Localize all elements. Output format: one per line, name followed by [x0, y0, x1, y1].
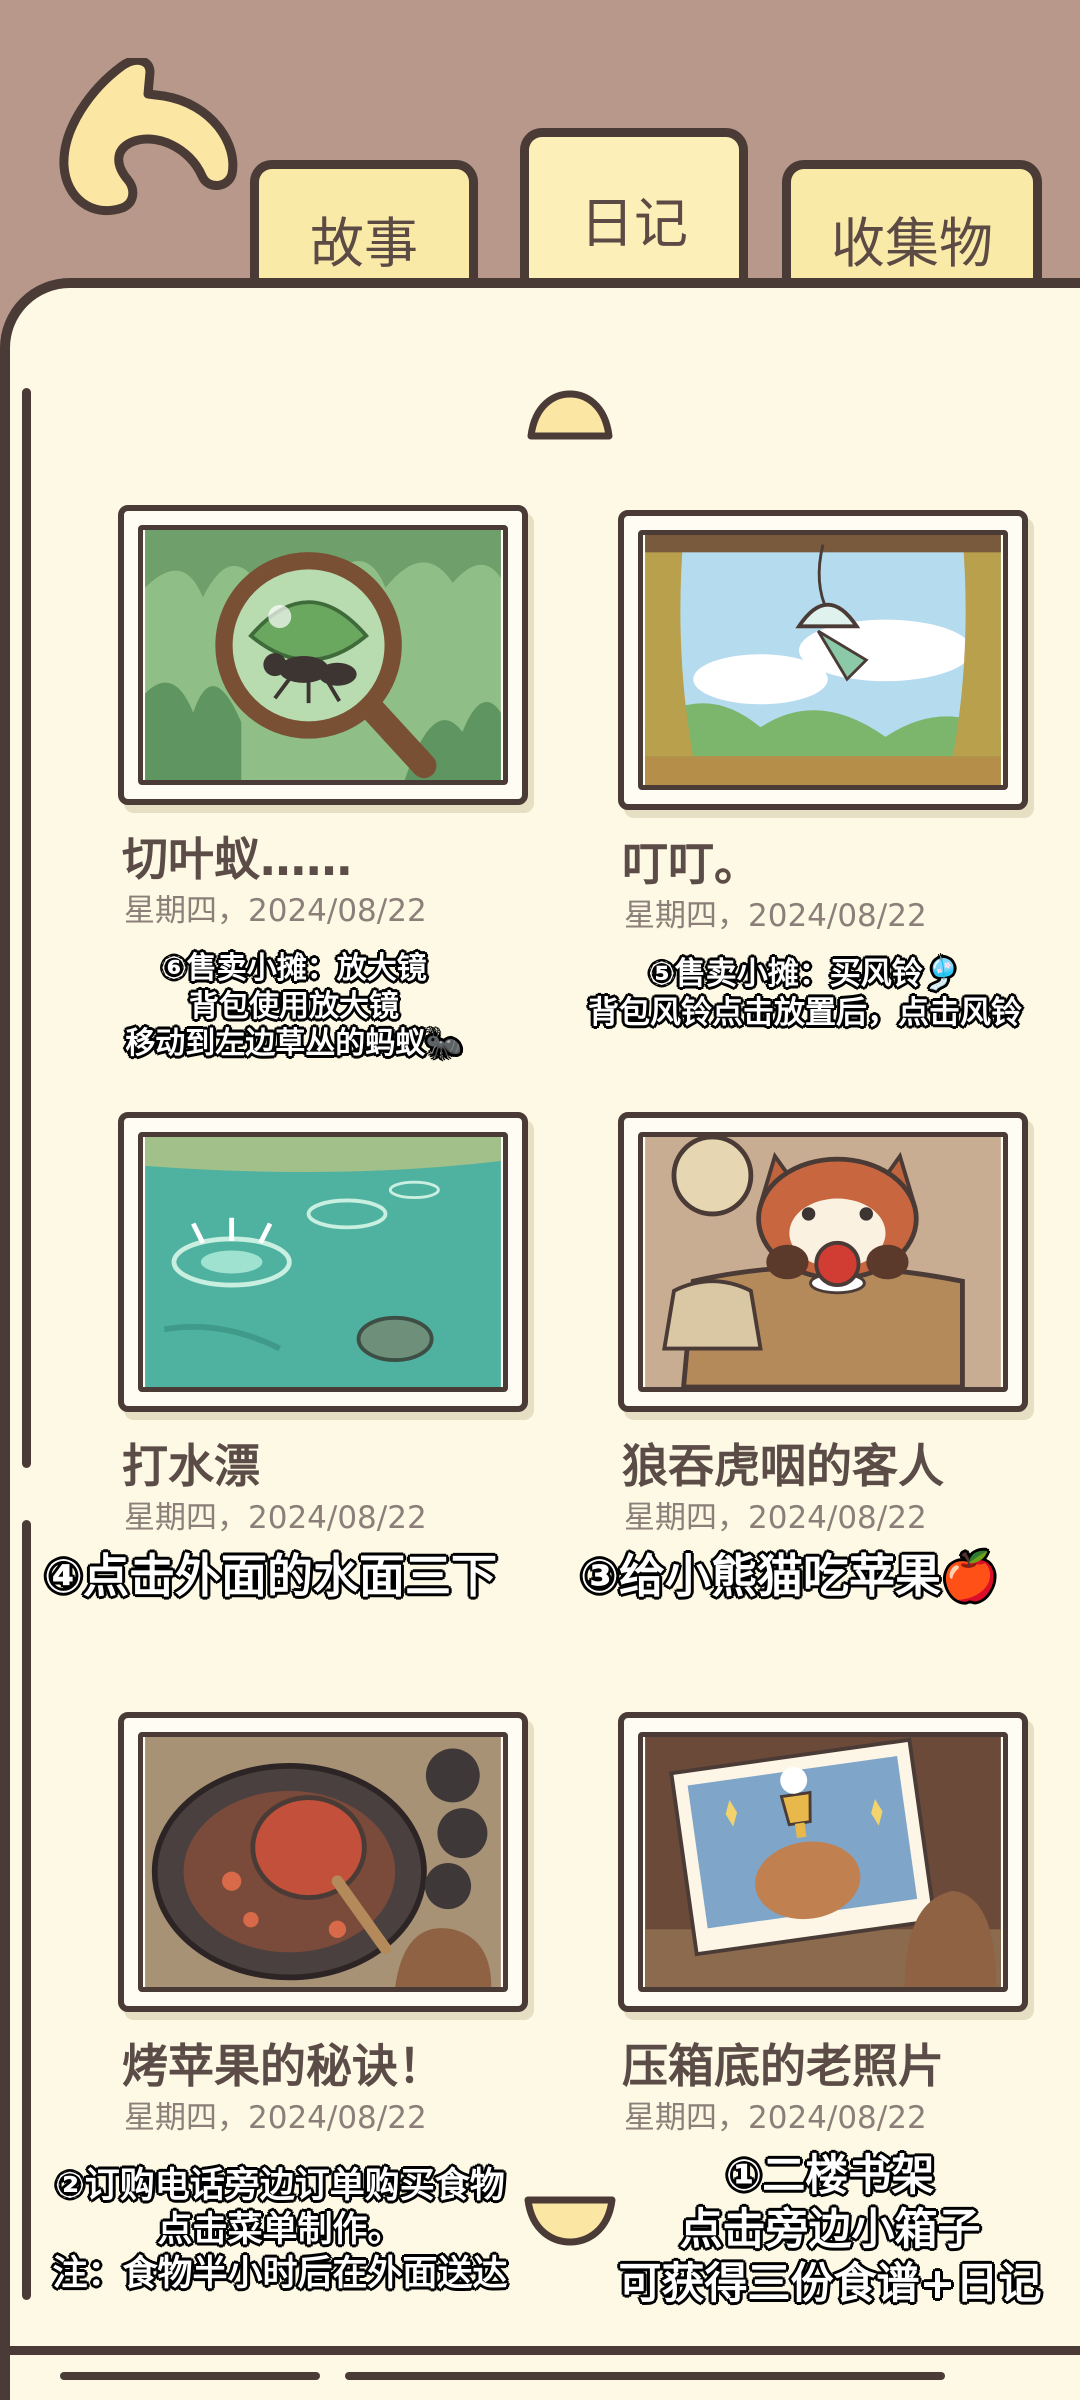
tab-story[interactable]: 故事 [250, 160, 478, 290]
entry-photo[interactable] [618, 510, 1028, 810]
entry-date: 星期四，2024/08/22 [124, 893, 427, 929]
tip-annotation-3: ③给小熊猫吃苹果🍎 [580, 1549, 999, 1603]
page-edge-strip [345, 2372, 945, 2380]
entry-photo[interactable] [618, 1112, 1028, 1412]
scroll-up-icon[interactable] [525, 388, 615, 442]
baked-apple-pan-scene [138, 1732, 508, 1992]
tip-annotation-1: ①二楼书架 点击旁边小箱子 可获得三份食谱+日记 [618, 2151, 1042, 2309]
page-edge-strip [60, 2372, 320, 2380]
tip-annotation-2: ②订购电话旁边订单购买食物 点击菜单制作。 注：食物半小时后在外面送达 [52, 2166, 508, 2294]
magnifier-ant-scene [138, 525, 508, 785]
entry-title: 压箱底的老照片 [622, 2039, 944, 2093]
old-photo-trophy-scene [638, 1732, 1008, 1992]
entry-photo[interactable] [118, 1712, 528, 2012]
pond-splash-scene [138, 1132, 508, 1392]
entry-title: 叮叮。 [622, 837, 760, 891]
entry-photo[interactable] [118, 1112, 528, 1412]
entry-title: 打水漂 [122, 1439, 260, 1493]
tab-collection[interactable]: 收集物 [782, 160, 1042, 290]
back-arrow-icon[interactable] [52, 58, 242, 228]
tip-annotation-4: ④点击外面的水面三下 [44, 1549, 497, 1603]
entry-photo[interactable] [118, 505, 528, 805]
page-spine-line [22, 388, 31, 1468]
tip-annotation-6: ⑥售卖小摊：放大镜 背包使用放大镜 移动到左边草丛的蚂蚁🐜 [125, 951, 463, 1061]
entry-title: 切叶蚁…… [122, 832, 352, 886]
entry-date: 星期四，2024/08/22 [624, 1500, 927, 1536]
tip-annotation-5: ⑤售卖小摊：买风铃🎐 背包风铃点击放置后，点击风铃 [588, 956, 1022, 1031]
entry-title: 烤苹果的秘诀！ [122, 2039, 444, 2093]
entry-date: 星期四，2024/08/22 [124, 1500, 427, 1536]
red-panda-apple-scene [638, 1132, 1008, 1392]
entry-photo[interactable] [618, 1712, 1028, 2012]
entry-date: 星期四，2024/08/22 [124, 2100, 427, 2136]
window-wind-chime-scene [638, 530, 1008, 790]
diary-screen: 故事 收集物 日记 切叶蚁…… 星期四，2024/08/22 叮叮。 星期四，2… [0, 0, 1080, 2400]
tab-diary[interactable]: 日记 [520, 128, 748, 290]
entry-date: 星期四，2024/08/22 [624, 898, 927, 934]
page-bottom-edge [0, 2346, 1080, 2355]
entry-date: 星期四，2024/08/22 [624, 2100, 927, 2136]
entry-title: 狼吞虎咽的客人 [622, 1439, 944, 1493]
